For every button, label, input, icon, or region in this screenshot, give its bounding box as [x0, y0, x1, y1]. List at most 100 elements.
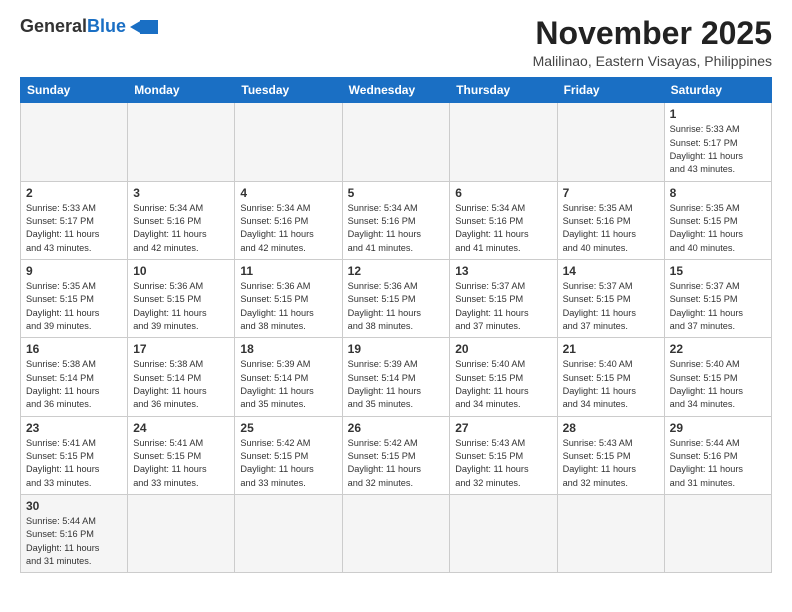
calendar-cell [664, 495, 771, 573]
day-info: Sunrise: 5:44 AMSunset: 5:16 PMDaylight:… [670, 437, 766, 490]
calendar-header-row: SundayMondayTuesdayWednesdayThursdayFrid… [21, 78, 772, 103]
day-number: 10 [133, 264, 229, 278]
calendar-cell: 3Sunrise: 5:34 AMSunset: 5:16 PMDaylight… [128, 181, 235, 259]
weekday-header: Monday [128, 78, 235, 103]
calendar-cell: 22 Sunrise: 5:40 AMSunset: 5:15 PMDayligh… [664, 338, 771, 416]
day-number: 6 [455, 186, 551, 200]
calendar-cell: 27 Sunrise: 5:43 AMSunset: 5:15 PMDayligh… [450, 416, 557, 494]
day-number: 1 [670, 107, 766, 121]
day-info: Sunrise: 5:42 AMSunset: 5:15 PMDaylight:… [348, 437, 445, 490]
calendar-cell: 6 Sunrise: 5:34 AMSunset: 5:16 PMDaylight… [450, 181, 557, 259]
day-info: Sunrise: 5:39 AMSunset: 5:14 PMDaylight:… [240, 358, 336, 411]
day-info: Sunrise: 5:43 AMSunset: 5:15 PMDaylight:… [455, 437, 551, 490]
day-number: 24 [133, 421, 229, 435]
calendar-table: SundayMondayTuesdayWednesdayThursdayFrid… [20, 77, 772, 573]
location-title: Malilinao, Eastern Visayas, Philippines [533, 53, 772, 69]
day-number: 23 [26, 421, 122, 435]
day-info: Sunrise: 5:37 AMSunset: 5:15 PMDaylight:… [455, 280, 551, 333]
day-number: 3 [133, 186, 229, 200]
page-header: GeneralBlue November 2025 Malilinao, Eas… [20, 16, 772, 69]
day-number: 4 [240, 186, 336, 200]
calendar-cell: 19 Sunrise: 5:39 AMSunset: 5:14 PMDayligh… [342, 338, 450, 416]
calendar-cell: 24 Sunrise: 5:41 AMSunset: 5:15 PMDayligh… [128, 416, 235, 494]
calendar-week-row: 16 Sunrise: 5:38 AMSunset: 5:14 PMDayligh… [21, 338, 772, 416]
calendar-cell: 20Sunrise: 5:40 AMSunset: 5:15 PMDayligh… [450, 338, 557, 416]
calendar-cell [21, 103, 128, 181]
day-info: Sunrise: 5:33 AMSunset: 5:17 PMDaylight:… [26, 202, 122, 255]
day-info: Sunrise: 5:44 AMSunset: 5:16 PMDaylight:… [26, 515, 122, 568]
day-number: 29 [670, 421, 766, 435]
calendar-cell [235, 103, 342, 181]
day-info: Sunrise: 5:34 AMSunset: 5:16 PMDaylight:… [455, 202, 551, 255]
day-info: Sunrise: 5:39 AMSunset: 5:14 PMDaylight:… [348, 358, 445, 411]
calendar-cell: 16 Sunrise: 5:38 AMSunset: 5:14 PMDayligh… [21, 338, 128, 416]
day-number: 20 [455, 342, 551, 356]
calendar-cell [235, 495, 342, 573]
day-number: 9 [26, 264, 122, 278]
day-info: Sunrise: 5:37 AMSunset: 5:15 PMDaylight:… [563, 280, 659, 333]
day-info: Sunrise: 5:35 AMSunset: 5:15 PMDaylight:… [26, 280, 122, 333]
title-area: November 2025 Malilinao, Eastern Visayas… [533, 16, 772, 69]
day-number: 28 [563, 421, 659, 435]
calendar-cell: 15Sunrise: 5:37 AMSunset: 5:15 PMDayligh… [664, 259, 771, 337]
calendar-cell: 10 Sunrise: 5:36 AMSunset: 5:15 PMDayligh… [128, 259, 235, 337]
day-number: 12 [348, 264, 445, 278]
day-number: 27 [455, 421, 551, 435]
day-number: 30 [26, 499, 122, 513]
day-number: 25 [240, 421, 336, 435]
day-info: Sunrise: 5:36 AMSunset: 5:15 PMDaylight:… [240, 280, 336, 333]
day-info: Sunrise: 5:42 AMSunset: 5:15 PMDaylight:… [240, 437, 336, 490]
calendar-cell: 13 Sunrise: 5:37 AMSunset: 5:15 PMDayligh… [450, 259, 557, 337]
month-title: November 2025 [533, 16, 772, 51]
calendar-cell: 21Sunrise: 5:40 AMSunset: 5:15 PMDayligh… [557, 338, 664, 416]
calendar-cell [128, 495, 235, 573]
calendar-cell [342, 495, 450, 573]
day-info: Sunrise: 5:36 AMSunset: 5:15 PMDaylight:… [348, 280, 445, 333]
calendar-cell [450, 495, 557, 573]
day-number: 16 [26, 342, 122, 356]
day-info: Sunrise: 5:38 AMSunset: 5:14 PMDaylight:… [133, 358, 229, 411]
calendar-cell: 12 Sunrise: 5:36 AMSunset: 5:15 PMDayligh… [342, 259, 450, 337]
day-info: Sunrise: 5:33 AMSunset: 5:17 PMDaylight:… [670, 123, 766, 176]
calendar-cell: 28Sunrise: 5:43 AMSunset: 5:15 PMDayligh… [557, 416, 664, 494]
calendar-week-row: 30 Sunrise: 5:44 AMSunset: 5:16 PMDayligh… [21, 495, 772, 573]
day-info: Sunrise: 5:41 AMSunset: 5:15 PMDaylight:… [133, 437, 229, 490]
day-info: Sunrise: 5:40 AMSunset: 5:15 PMDaylight:… [563, 358, 659, 411]
calendar-cell [342, 103, 450, 181]
day-number: 22 [670, 342, 766, 356]
calendar-cell: 5Sunrise: 5:34 AMSunset: 5:16 PMDaylight… [342, 181, 450, 259]
day-number: 26 [348, 421, 445, 435]
day-info: Sunrise: 5:34 AMSunset: 5:16 PMDaylight:… [348, 202, 445, 255]
day-number: 11 [240, 264, 336, 278]
day-number: 15 [670, 264, 766, 278]
weekday-header: Tuesday [235, 78, 342, 103]
calendar-cell [128, 103, 235, 181]
weekday-header: Saturday [664, 78, 771, 103]
calendar-cell: 9 Sunrise: 5:35 AMSunset: 5:15 PMDaylight… [21, 259, 128, 337]
calendar-cell [450, 103, 557, 181]
day-number: 18 [240, 342, 336, 356]
day-info: Sunrise: 5:38 AMSunset: 5:14 PMDaylight:… [26, 358, 122, 411]
calendar-cell: 11 Sunrise: 5:36 AMSunset: 5:15 PMDayligh… [235, 259, 342, 337]
calendar-cell: 18 Sunrise: 5:39 AMSunset: 5:14 PMDayligh… [235, 338, 342, 416]
day-info: Sunrise: 5:36 AMSunset: 5:15 PMDaylight:… [133, 280, 229, 333]
calendar-cell: 25 Sunrise: 5:42 AMSunset: 5:15 PMDayligh… [235, 416, 342, 494]
day-info: Sunrise: 5:40 AMSunset: 5:15 PMDaylight:… [670, 358, 766, 411]
day-number: 13 [455, 264, 551, 278]
day-number: 17 [133, 342, 229, 356]
day-number: 2 [26, 186, 122, 200]
day-number: 19 [348, 342, 445, 356]
logo-text: GeneralBlue [20, 17, 126, 37]
weekday-header: Sunday [21, 78, 128, 103]
weekday-header: Thursday [450, 78, 557, 103]
calendar-week-row: 23 Sunrise: 5:41 AMSunset: 5:15 PMDayligh… [21, 416, 772, 494]
calendar-cell: 14Sunrise: 5:37 AMSunset: 5:15 PMDayligh… [557, 259, 664, 337]
calendar-cell [557, 103, 664, 181]
calendar-week-row: 9 Sunrise: 5:35 AMSunset: 5:15 PMDaylight… [21, 259, 772, 337]
calendar-week-row: 1 Sunrise: 5:33 AMSunset: 5:17 PMDaylight… [21, 103, 772, 181]
day-info: Sunrise: 5:41 AMSunset: 5:15 PMDaylight:… [26, 437, 122, 490]
weekday-header: Wednesday [342, 78, 450, 103]
calendar-cell: 26 Sunrise: 5:42 AMSunset: 5:15 PMDayligh… [342, 416, 450, 494]
logo: GeneralBlue [20, 16, 160, 38]
day-info: Sunrise: 5:35 AMSunset: 5:15 PMDaylight:… [670, 202, 766, 255]
